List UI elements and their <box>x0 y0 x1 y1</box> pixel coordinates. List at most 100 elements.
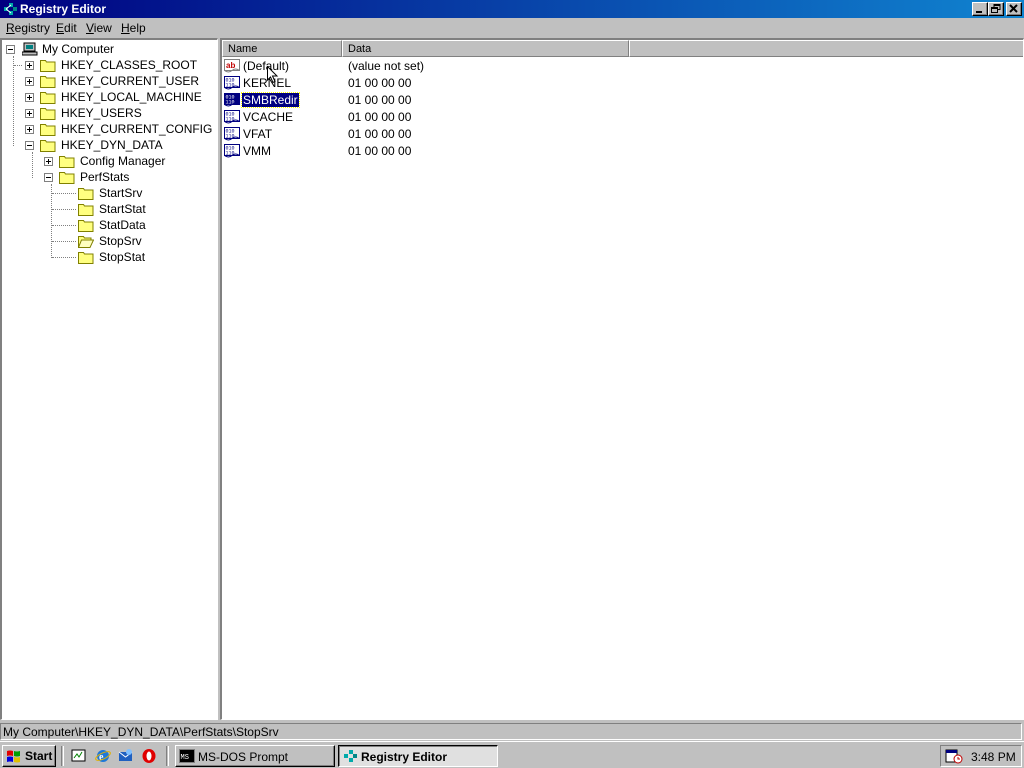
binary-value-icon: 010 110 <box>224 93 240 107</box>
menu-edit[interactable]: Edit <box>56 21 77 35</box>
menu-help[interactable]: Help <box>121 21 146 35</box>
tree-item-statdata[interactable]: StatData <box>2 217 202 233</box>
tree-guide <box>52 193 76 194</box>
tree-label: HKEY_CURRENT_CONFIG <box>61 122 213 136</box>
tree-item-stopstat[interactable]: StopStat <box>2 249 202 265</box>
collapse-icon[interactable] <box>6 45 15 54</box>
tree-guide <box>14 65 22 66</box>
expand-icon[interactable] <box>25 109 34 118</box>
expand-icon[interactable] <box>25 77 34 86</box>
title-bar[interactable]: Registry Editor <box>0 0 1024 18</box>
tree-item-perfstats[interactable]: PerfStats <box>2 169 202 185</box>
list-item-smbredir[interactable]: 010 110 SMBRedir 01 00 00 00 <box>222 92 822 109</box>
internet-explorer-icon[interactable]: e <box>95 748 111 764</box>
value-data: 01 00 00 00 <box>348 93 412 107</box>
ms-dos-icon: MS <box>179 749 195 763</box>
tree-item-hkey-local-machine[interactable]: HKEY_LOCAL_MACHINE <box>2 89 202 105</box>
minimize-button[interactable] <box>972 2 988 16</box>
folder-icon <box>78 188 94 200</box>
restore-icon <box>991 4 1001 13</box>
task-label: Registry Editor <box>361 750 448 764</box>
taskbar-separator <box>61 746 64 766</box>
svg-text:110: 110 <box>226 151 235 157</box>
expand-icon[interactable] <box>25 61 34 70</box>
tree-guide <box>52 209 76 210</box>
key-tree-pane[interactable]: My Computer HKEY_CLASSES_ROOT HKEY_CURRE… <box>0 38 218 720</box>
restore-button[interactable] <box>988 2 1004 16</box>
svg-text:110: 110 <box>226 100 235 106</box>
task-button-registry-editor[interactable]: Registry Editor <box>338 745 498 767</box>
folder-icon <box>40 108 56 120</box>
folder-icon <box>59 172 75 184</box>
column-header-name[interactable]: Name <box>222 40 342 57</box>
status-bar: My Computer\HKEY_DYN_DATA\PerfStats\Stop… <box>0 722 1024 741</box>
expand-icon[interactable] <box>25 93 34 102</box>
value-data: (value not set) <box>348 59 425 73</box>
opera-icon[interactable] <box>141 748 157 764</box>
tree-label: Config Manager <box>80 154 166 168</box>
list-item-vcache[interactable]: 010 110 VCACHE 01 00 00 00 <box>222 109 822 126</box>
tree-item-hkey-users[interactable]: HKEY_USERS <box>2 105 202 121</box>
scheduler-icon[interactable] <box>945 748 963 764</box>
outlook-express-icon[interactable] <box>118 748 134 764</box>
tree-item-config-manager[interactable]: Config Manager <box>2 153 202 169</box>
tree-guide <box>52 241 76 242</box>
tree-item-hkey-current-user[interactable]: HKEY_CURRENT_USER <box>2 73 202 89</box>
tree-label: HKEY_CLASSES_ROOT <box>61 58 198 72</box>
menu-accel: H <box>121 21 130 35</box>
svg-text:110: 110 <box>226 134 235 140</box>
menu-view[interactable]: View <box>86 21 112 35</box>
menu-label: egistry <box>14 21 51 35</box>
tree-item-hkey-dyn-data[interactable]: HKEY_DYN_DATA <box>2 137 202 153</box>
menu-accel: V <box>86 21 94 35</box>
tree-item-startsrv[interactable]: StartSrv <box>2 185 202 201</box>
binary-value-icon: 010 110 <box>224 144 240 158</box>
start-button[interactable]: Start <box>2 745 56 767</box>
task-button-ms-dos-prompt[interactable]: MS MS-DOS Prompt <box>175 745 335 767</box>
expand-icon[interactable] <box>44 157 53 166</box>
tree-item-stopsrv[interactable]: StopSrv <box>2 233 202 249</box>
tree-item-hkey-classes-root[interactable]: HKEY_CLASSES_ROOT <box>2 57 202 73</box>
tree-label: HKEY_DYN_DATA <box>61 138 163 152</box>
folder-icon <box>59 156 75 168</box>
windows-logo-icon <box>7 750 20 763</box>
registry-editor-icon <box>344 750 357 762</box>
expand-icon[interactable] <box>25 125 34 134</box>
menu-registry[interactable]: Registry <box>6 21 50 35</box>
column-label: Name <box>228 43 258 55</box>
binary-value-icon: 010 110 <box>224 76 240 90</box>
menu-accel: R <box>6 21 15 35</box>
taskbar: Start e MS MS-DOS Prompt Registry Editor… <box>0 741 1024 768</box>
list-item-vfat[interactable]: 010 110 VFAT 01 00 00 00 <box>222 126 822 143</box>
tree-label: HKEY_LOCAL_MACHINE <box>61 90 202 104</box>
value-name: VFAT <box>243 127 273 141</box>
tree-item-my-computer[interactable]: My Computer <box>2 41 202 57</box>
folder-icon <box>40 76 56 88</box>
value-data: 01 00 00 00 <box>348 144 412 158</box>
value-data: 01 00 00 00 <box>348 76 412 90</box>
list-item-default[interactable]: ab (Default) (value not set) <box>222 58 822 75</box>
list-item-kernel[interactable]: 010 110 KERNEL 01 00 00 00 <box>222 75 822 92</box>
folder-icon <box>40 124 56 136</box>
folder-icon <box>78 220 94 232</box>
tree-label: HKEY_CURRENT_USER <box>61 74 200 88</box>
menu-label: iew <box>93 21 112 35</box>
mouse-cursor-icon <box>267 66 279 84</box>
show-desktop-icon[interactable] <box>71 748 87 764</box>
close-button[interactable] <box>1006 2 1022 16</box>
svg-text:110: 110 <box>226 117 235 123</box>
tree-item-hkey-current-config[interactable]: HKEY_CURRENT_CONFIG <box>2 121 212 137</box>
registry-editor-window: Registry Editor Registry Edit View Help <box>0 0 1024 741</box>
list-item-vmm[interactable]: 010 110 VMM 01 00 00 00 <box>222 143 822 160</box>
start-label: Start <box>25 749 53 763</box>
column-header-data[interactable]: Data <box>342 40 629 57</box>
clock[interactable]: 3:48 PM <box>971 750 1016 764</box>
menu-label: elp <box>129 21 146 35</box>
value-data: 01 00 00 00 <box>348 110 412 124</box>
values-list-pane[interactable]: Name Data ab (Default) (value not set) 0… <box>220 38 1024 720</box>
collapse-icon[interactable] <box>25 141 34 150</box>
tree-label: StatData <box>99 218 146 232</box>
folder-icon <box>78 204 94 216</box>
tree-item-startstat[interactable]: StartStat <box>2 201 202 217</box>
collapse-icon[interactable] <box>44 173 53 182</box>
